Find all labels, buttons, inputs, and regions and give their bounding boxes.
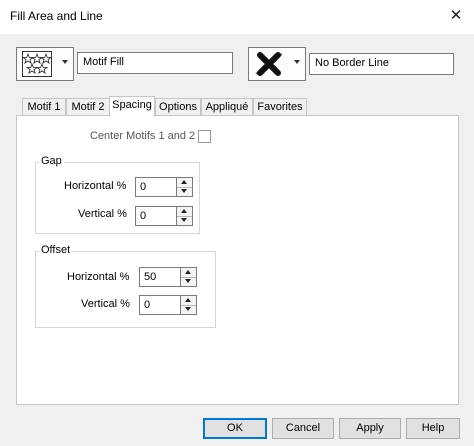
offset-horizontal-spinner[interactable]: 50	[139, 267, 199, 287]
tab-motif-1[interactable]: Motif 1	[22, 98, 66, 116]
gap-horizontal-label: Horizontal %	[64, 180, 127, 192]
ok-button[interactable]: OK	[203, 418, 267, 439]
tab-spacing[interactable]: Spacing	[109, 96, 155, 117]
window-title: Fill Area and Line	[10, 9, 103, 23]
apply-button[interactable]: Apply	[339, 418, 401, 439]
gap-vertical-input[interactable]: 0	[135, 206, 177, 226]
border-name-field[interactable]: No Border Line	[309, 53, 454, 75]
offset-horizontal-input[interactable]: 50	[139, 267, 181, 287]
gap-vertical-spinner[interactable]: 0	[135, 206, 195, 226]
gap-group-title: Gap	[39, 155, 64, 167]
spin-down-icon[interactable]	[177, 216, 192, 225]
motif-fill-icon	[22, 51, 52, 77]
tab-favorites[interactable]: Favorites	[253, 98, 307, 116]
spin-down-icon[interactable]	[181, 277, 196, 286]
spin-down-icon[interactable]	[181, 305, 196, 314]
fill-style-dropdown[interactable]	[16, 47, 74, 81]
title-bar: Fill Area and Line ✕	[0, 0, 474, 34]
border-style-dropdown[interactable]	[248, 47, 306, 81]
help-button[interactable]: Help	[406, 418, 460, 439]
offset-vertical-input[interactable]: 0	[139, 295, 181, 315]
spin-down-icon[interactable]	[177, 187, 192, 196]
tab-motif-2[interactable]: Motif 2	[66, 98, 110, 116]
gap-horizontal-input[interactable]: 0	[135, 177, 177, 197]
offset-horizontal-label: Horizontal %	[67, 271, 130, 283]
gap-vertical-label: Vertical %	[78, 208, 127, 220]
offset-group-title: Offset	[39, 244, 73, 256]
chevron-down-icon	[62, 60, 68, 64]
fill-name-field[interactable]: Motif Fill	[77, 52, 233, 74]
close-icon[interactable]: ✕	[444, 5, 468, 27]
tab-options[interactable]: Options	[155, 98, 201, 116]
gap-group: Gap Horizontal % 0 Vertical % 0	[35, 155, 200, 234]
tab-applique[interactable]: Appliqué	[201, 98, 253, 116]
gap-horizontal-spinner[interactable]: 0	[135, 177, 195, 197]
center-motifs-checkbox[interactable]	[198, 130, 211, 143]
center-motifs-label: Center Motifs 1 and 2	[90, 130, 196, 142]
offset-vertical-label: Vertical %	[81, 298, 130, 310]
offset-vertical-spinner[interactable]: 0	[139, 295, 199, 315]
chevron-down-icon	[294, 60, 300, 64]
cancel-button[interactable]: Cancel	[272, 418, 334, 439]
spacing-panel: Center Motifs 1 and 2 Gap Horizontal % 0…	[16, 115, 459, 405]
no-border-line-icon	[255, 52, 283, 76]
offset-group: Offset Horizontal % 50 Vertical % 0	[35, 244, 216, 328]
